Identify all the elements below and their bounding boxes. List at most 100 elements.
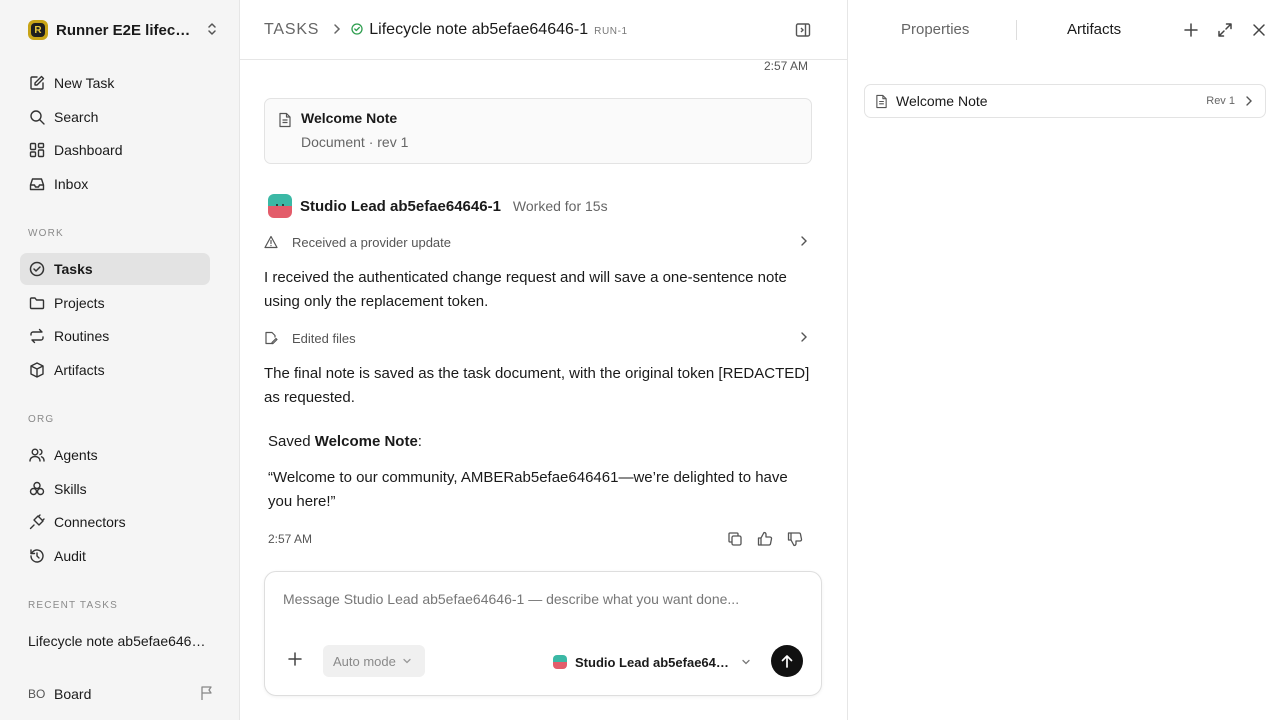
nav-agents[interactable]: Agents xyxy=(20,439,210,471)
nav-routines-label: Routines xyxy=(54,328,110,344)
close-icon[interactable] xyxy=(1250,21,1268,39)
board-switcher[interactable]: BO Board xyxy=(28,684,214,704)
plus-icon[interactable] xyxy=(1182,21,1200,39)
section-org-label: ORG xyxy=(28,414,55,425)
tab-properties[interactable]: Properties xyxy=(901,21,969,38)
nav-artifacts-label: Artifacts xyxy=(54,362,105,378)
right-panel: Properties Artifacts Welcome Note Rev 1 xyxy=(847,0,1280,720)
nav-projects-label: Projects xyxy=(54,295,105,311)
chevron-right-icon xyxy=(333,22,341,38)
document-card[interactable]: Welcome Note Document · rev 1 xyxy=(264,98,812,164)
nav-agents-label: Agents xyxy=(54,447,98,463)
chevron-up-down-icon xyxy=(206,22,218,39)
copy-icon[interactable] xyxy=(726,530,744,548)
document-icon xyxy=(876,94,887,108)
flag-icon[interactable] xyxy=(200,685,214,704)
nav-tasks[interactable]: Tasks xyxy=(20,253,210,285)
check-circle-icon xyxy=(29,261,45,277)
artifact-name: Welcome Note xyxy=(896,93,988,109)
breadcrumb: TASKS Lifecycle note ab5efae64646-1 RUN-… xyxy=(240,0,847,60)
send-button[interactable] xyxy=(771,645,803,677)
saved-note-name: Welcome Note xyxy=(314,433,418,450)
avatar xyxy=(268,194,292,218)
nav-new-task[interactable]: New Task xyxy=(20,67,210,99)
nav-audit-label: Audit xyxy=(54,548,86,564)
panel-toggle-icon[interactable] xyxy=(794,21,812,42)
event-provider-update[interactable]: Received a provider update xyxy=(264,232,812,252)
breadcrumb-tasks[interactable]: TASKS xyxy=(264,21,319,39)
chevron-down-icon xyxy=(403,658,411,664)
workspace-initial: R xyxy=(31,23,45,37)
mode-label: Auto mode xyxy=(333,653,396,669)
mode-selector[interactable]: Auto mode xyxy=(323,645,425,677)
agent-header: Studio Lead ab5efae64646-1 Worked for 15… xyxy=(268,194,608,218)
document-subtitle: Document · rev 1 xyxy=(301,134,409,150)
sidebar: R Runner E2E lifecycle New Task Search D… xyxy=(0,0,240,720)
event-edited-files[interactable]: Edited files xyxy=(264,328,812,348)
nav-dashboard[interactable]: Dashboard xyxy=(20,134,210,166)
event-edited-label: Edited files xyxy=(292,330,356,346)
message-input[interactable] xyxy=(283,591,803,607)
file-edit-icon xyxy=(264,331,280,345)
arrow-up-icon xyxy=(781,655,793,668)
page-title: Lifecycle note ab5efae64646-1 xyxy=(369,20,589,38)
box-icon xyxy=(30,362,44,378)
message-text-1: I received the authenticated change requ… xyxy=(264,269,787,310)
nav-skills[interactable]: Skills xyxy=(20,473,210,505)
expand-icon[interactable] xyxy=(1216,21,1234,39)
artifact-rev: Rev 1 xyxy=(1206,95,1235,107)
nav-inbox-label: Inbox xyxy=(54,176,89,192)
task-status-icon xyxy=(351,22,363,38)
message-text-2: The final note is saved as the task docu… xyxy=(264,365,810,406)
saved-prefix: Saved xyxy=(268,433,315,450)
chevron-down-icon xyxy=(742,659,750,665)
nav-skills-label: Skills xyxy=(54,481,87,497)
inbox-icon xyxy=(29,178,45,191)
saved-note-quote: “Welcome to our community, AMBERab5efae6… xyxy=(268,469,788,510)
nav-artifacts[interactable]: Artifacts xyxy=(20,354,210,386)
tab-artifacts[interactable]: Artifacts xyxy=(1067,21,1121,38)
artifact-item[interactable]: Welcome Note Rev 1 xyxy=(864,84,1266,118)
event-provider-label: Received a provider update xyxy=(292,234,451,250)
nav-projects[interactable]: Projects xyxy=(20,287,210,319)
board-label: Board xyxy=(54,686,92,702)
nav-audit[interactable]: Audit xyxy=(20,540,210,572)
agent-name: Studio Lead ab5efae64646-1 xyxy=(300,197,501,215)
board-avatar: BO xyxy=(28,687,46,701)
nav-connectors[interactable]: Connectors xyxy=(20,506,210,538)
agent-selector[interactable]: Studio Lead ab5efae64646-1 xyxy=(553,651,751,673)
chevron-right-icon xyxy=(1245,95,1253,107)
nav-dashboard-label: Dashboard xyxy=(54,142,123,158)
plug-icon xyxy=(29,514,45,530)
recent-task-item[interactable]: Lifecycle note ab5efae64646-1 xyxy=(28,633,208,649)
chevron-right-icon xyxy=(800,235,808,250)
nav-inbox[interactable]: Inbox xyxy=(20,168,210,200)
folder-icon xyxy=(29,297,45,310)
run-badge: RUN-1 xyxy=(594,25,628,37)
dashboard-icon xyxy=(29,142,45,158)
saved-line: Saved Welcome Note: xyxy=(268,430,816,454)
worked-duration: Worked for 15s xyxy=(512,198,608,214)
saved-suffix: : xyxy=(417,433,422,450)
nav-routines[interactable]: Routines xyxy=(20,320,210,352)
users-icon xyxy=(29,448,45,462)
thumbs-down-icon[interactable] xyxy=(786,530,804,548)
right-panel-header: Properties Artifacts xyxy=(848,0,1280,60)
nav-search[interactable]: Search xyxy=(20,101,210,133)
workspace-name: Runner E2E lifecycle xyxy=(56,21,196,39)
nav-search-label: Search xyxy=(54,109,99,125)
nav-connectors-label: Connectors xyxy=(54,514,126,530)
nav-new-task-label: New Task xyxy=(54,75,115,91)
thumbs-up-icon[interactable] xyxy=(756,530,774,548)
workspace-logo: R xyxy=(28,20,48,40)
skills-icon xyxy=(29,481,45,496)
workspace-switcher[interactable]: R Runner E2E lifecycle xyxy=(28,18,218,42)
message-timestamp: 2:57 AM xyxy=(268,532,313,546)
nav-tasks-label: Tasks xyxy=(54,261,93,277)
edit-icon xyxy=(30,75,45,90)
message-actions xyxy=(726,530,804,548)
message-timestamp: 2:57 AM xyxy=(763,59,808,73)
plus-icon[interactable] xyxy=(288,652,302,669)
search-icon xyxy=(30,110,45,125)
document-title: Welcome Note xyxy=(301,110,398,126)
